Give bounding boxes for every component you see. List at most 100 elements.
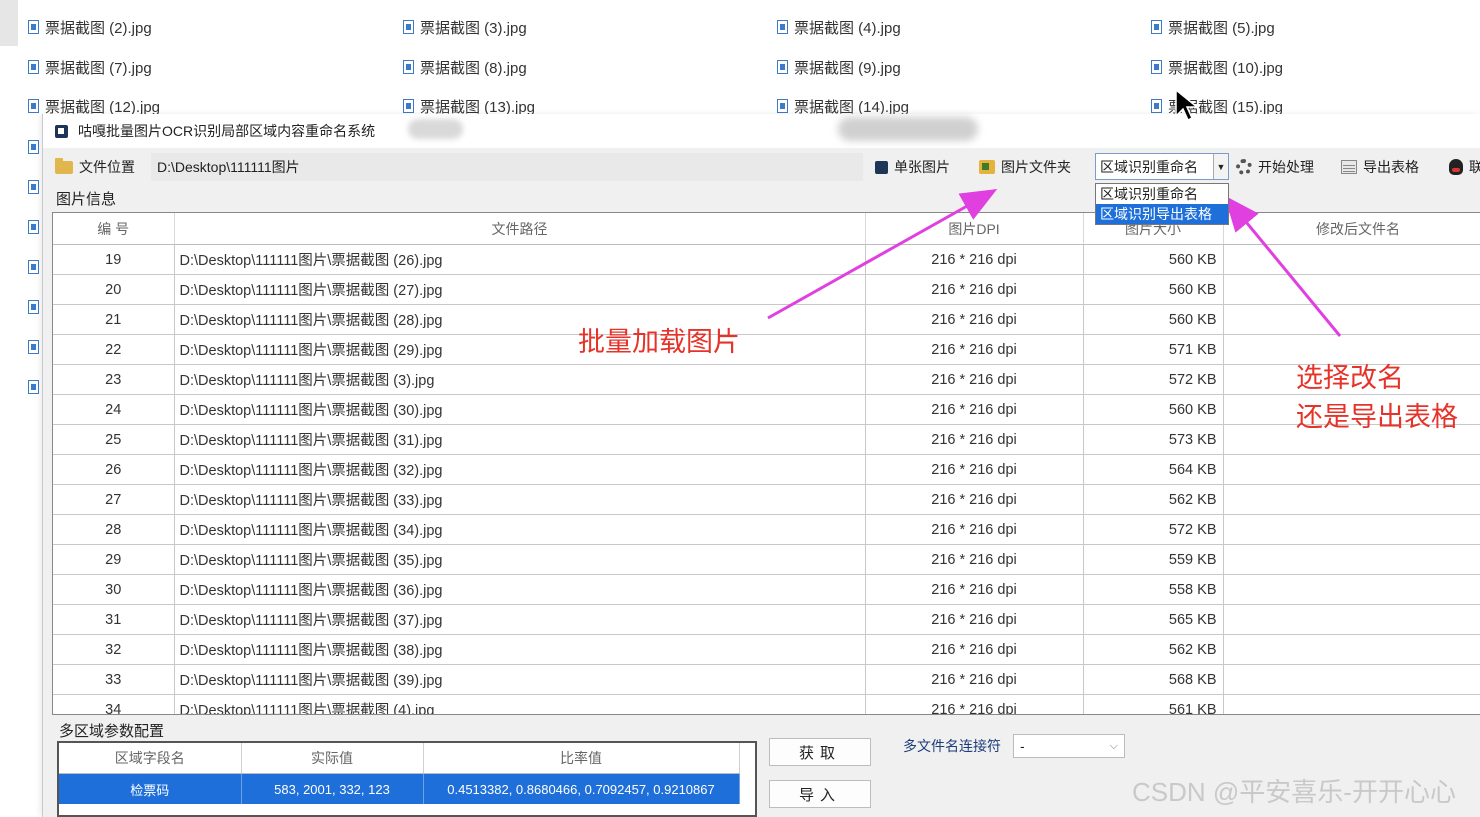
single-image-button[interactable]: 单张图片 [875, 157, 950, 177]
row-dpi-cell[interactable]: 216 * 216 dpi [865, 274, 1084, 305]
row-id-cell[interactable]: 32 [53, 634, 175, 665]
row-path-cell[interactable]: D:\Desktop\111111图片\票据截图 (28).jpg [174, 304, 866, 335]
table-row[interactable]: 34 D:\Desktop\111111图片\票据截图 (4).jpg 216 * … [53, 694, 1480, 714]
row-dpi-cell[interactable]: 216 * 216 dpi [865, 604, 1084, 635]
row-id-cell[interactable]: 30 [53, 574, 175, 605]
table-row[interactable]: 28 D:\Desktop\111111图片\票据截图 (34).jpg 216 *… [53, 514, 1480, 545]
region-ratio-cell[interactable]: 0.4513382, 0.8680466, 0.7092457, 0.92108… [423, 773, 740, 804]
row-size-cell[interactable]: 572 KB [1083, 514, 1224, 545]
row-size-cell[interactable]: 558 KB [1083, 574, 1224, 605]
row-path-cell[interactable]: D:\Desktop\111111图片\票据截图 (26).jpg [174, 244, 866, 275]
row-new-name-cell[interactable] [1223, 634, 1480, 665]
table-row[interactable]: 27 D:\Desktop\111111图片\票据截图 (33).jpg 216 *… [53, 484, 1480, 515]
row-new-name-cell[interactable] [1223, 604, 1480, 635]
row-path-cell[interactable]: D:\Desktop\111111图片\票据截图 (30).jpg [174, 394, 866, 425]
column-header-new-name[interactable]: 修改后文件名 [1223, 213, 1480, 245]
row-id-cell[interactable]: 19 [53, 244, 175, 275]
explorer-file-item[interactable]: 票据截图 (8).jpg [403, 57, 527, 77]
row-id-cell[interactable]: 22 [53, 334, 175, 365]
row-dpi-cell[interactable]: 216 * 216 dpi [865, 664, 1084, 695]
row-path-cell[interactable]: D:\Desktop\111111图片\票据截图 (3).jpg [174, 364, 866, 395]
column-header-dpi[interactable]: 图片DPI [865, 213, 1084, 245]
row-size-cell[interactable]: 562 KB [1083, 484, 1224, 515]
row-id-cell[interactable]: 26 [53, 454, 175, 485]
row-id-cell[interactable]: 31 [53, 604, 175, 635]
explorer-file-item[interactable]: 票据截图 (2).jpg [28, 17, 152, 37]
row-dpi-cell[interactable]: 216 * 216 dpi [865, 394, 1084, 425]
row-dpi-cell[interactable]: 216 * 216 dpi [865, 514, 1084, 545]
contact-button[interactable]: 联 [1449, 157, 1480, 177]
region-field-cell[interactable]: 检票码 [59, 773, 242, 804]
dropdown-option-rename[interactable]: 区域识别重命名 [1096, 184, 1228, 204]
row-id-cell[interactable]: 21 [53, 304, 175, 335]
row-dpi-cell[interactable]: 216 * 216 dpi [865, 454, 1084, 485]
mode-select[interactable]: 区域识别重命名 ▼ [1095, 153, 1229, 180]
column-header-actual[interactable]: 实际值 [241, 743, 424, 774]
row-path-cell[interactable]: D:\Desktop\111111图片\票据截图 (31).jpg [174, 424, 866, 455]
fetch-button[interactable]: 获取 [769, 738, 871, 766]
chevron-down-icon[interactable]: ▼ [1213, 154, 1228, 179]
explorer-file-item[interactable]: 票据截图 (13).jpg [403, 96, 535, 116]
start-process-button[interactable]: 开始处理 [1236, 157, 1314, 177]
explorer-file-item[interactable]: 票据截图 (4).jpg [777, 17, 901, 37]
export-table-button[interactable]: 导出表格 [1341, 157, 1419, 177]
row-id-cell[interactable]: 28 [53, 514, 175, 545]
row-id-cell[interactable]: 25 [53, 424, 175, 455]
explorer-file-item[interactable]: 票据截图 (15).jpg [1151, 96, 1283, 116]
row-path-cell[interactable]: D:\Desktop\111111图片\票据截图 (39).jpg [174, 664, 866, 695]
row-size-cell[interactable]: 561 KB [1083, 694, 1224, 714]
row-size-cell[interactable]: 573 KB [1083, 424, 1224, 455]
row-size-cell[interactable]: 560 KB [1083, 274, 1224, 305]
table-row[interactable]: 33 D:\Desktop\111111图片\票据截图 (39).jpg 216 *… [53, 664, 1480, 695]
row-id-cell[interactable]: 20 [53, 274, 175, 305]
row-size-cell[interactable]: 571 KB [1083, 334, 1224, 365]
table-row[interactable]: 30 D:\Desktop\111111图片\票据截图 (36).jpg 216 *… [53, 574, 1480, 605]
table-row[interactable]: 29 D:\Desktop\111111图片\票据截图 (35).jpg 216 *… [53, 544, 1480, 575]
row-path-cell[interactable]: D:\Desktop\111111图片\票据截图 (35).jpg [174, 544, 866, 575]
row-new-name-cell[interactable] [1223, 694, 1480, 714]
row-path-cell[interactable]: D:\Desktop\111111图片\票据截图 (33).jpg [174, 484, 866, 515]
explorer-file-item[interactable]: 票据截图 (9).jpg [777, 57, 901, 77]
region-config-table[interactable]: 区域字段名 实际值 比率值 检票码 583, 2001, 332, 123 0.… [57, 741, 757, 817]
row-path-cell[interactable]: D:\Desktop\111111图片\票据截图 (38).jpg [174, 634, 866, 665]
row-size-cell[interactable]: 564 KB [1083, 454, 1224, 485]
row-size-cell[interactable]: 559 KB [1083, 544, 1224, 575]
row-dpi-cell[interactable]: 216 * 216 dpi [865, 544, 1084, 575]
row-id-cell[interactable]: 29 [53, 544, 175, 575]
table-row[interactable]: 23 D:\Desktop\111111图片\票据截图 (3).jpg 216 * … [53, 364, 1480, 395]
row-size-cell[interactable]: 560 KB [1083, 394, 1224, 425]
row-dpi-cell[interactable]: 216 * 216 dpi [865, 334, 1084, 365]
region-row-selected[interactable]: 检票码 583, 2001, 332, 123 0.4513382, 0.868… [59, 773, 740, 804]
row-dpi-cell[interactable]: 216 * 216 dpi [865, 424, 1084, 455]
row-id-cell[interactable]: 24 [53, 394, 175, 425]
row-new-name-cell[interactable] [1223, 484, 1480, 515]
row-dpi-cell[interactable]: 216 * 216 dpi [865, 574, 1084, 605]
row-path-cell[interactable]: D:\Desktop\111111图片\票据截图 (27).jpg [174, 274, 866, 305]
row-size-cell[interactable]: 565 KB [1083, 604, 1224, 635]
row-path-cell[interactable]: D:\Desktop\111111图片\票据截图 (32).jpg [174, 454, 866, 485]
dropdown-option-export[interactable]: 区域识别导出表格 [1096, 204, 1228, 224]
table-row[interactable]: 21 D:\Desktop\111111图片\票据截图 (28).jpg 216 *… [53, 304, 1480, 335]
row-path-cell[interactable]: D:\Desktop\111111图片\票据截图 (4).jpg [174, 694, 866, 714]
explorer-file-item[interactable]: 票据截图 (7).jpg [28, 57, 152, 77]
row-dpi-cell[interactable]: 216 * 216 dpi [865, 694, 1084, 714]
column-header-ratio[interactable]: 比率值 [423, 743, 740, 774]
path-field[interactable]: D:\Desktop\111111图片 [151, 153, 863, 181]
explorer-file-item[interactable]: 票据截图 (10).jpg [1151, 57, 1283, 77]
explorer-file-item[interactable]: 票据截图 (12).jpg [28, 96, 160, 116]
row-new-name-cell[interactable] [1223, 514, 1480, 545]
column-header-field[interactable]: 区域字段名 [59, 743, 242, 774]
row-new-name-cell[interactable] [1223, 664, 1480, 695]
column-header-id[interactable]: 编 号 [53, 213, 175, 245]
table-row[interactable]: 25 D:\Desktop\111111图片\票据截图 (31).jpg 216 *… [53, 424, 1480, 455]
row-id-cell[interactable]: 23 [53, 364, 175, 395]
row-size-cell[interactable]: 560 KB [1083, 304, 1224, 335]
table-row[interactable]: 24 D:\Desktop\111111图片\票据截图 (30).jpg 216 *… [53, 394, 1480, 425]
explorer-file-item[interactable]: 票据截图 (14).jpg [777, 96, 909, 116]
row-dpi-cell[interactable]: 216 * 216 dpi [865, 484, 1084, 515]
row-path-cell[interactable]: D:\Desktop\111111图片\票据截图 (29).jpg [174, 334, 866, 365]
row-dpi-cell[interactable]: 216 * 216 dpi [865, 364, 1084, 395]
row-path-cell[interactable]: D:\Desktop\111111图片\票据截图 (37).jpg [174, 604, 866, 635]
explorer-file-item[interactable]: 票据截图 (5).jpg [1151, 17, 1275, 37]
import-button[interactable]: 导入 [769, 780, 871, 808]
